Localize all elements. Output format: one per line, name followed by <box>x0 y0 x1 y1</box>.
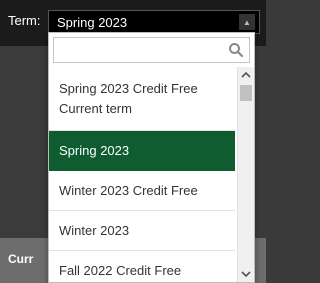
term-option-label: Spring 2023 <box>59 143 130 158</box>
scroll-down-icon[interactable] <box>238 266 254 282</box>
term-option-selected[interactable]: Spring 2023 <box>49 131 235 171</box>
term-option-sublabel: Current term <box>59 100 132 116</box>
search-input[interactable] <box>58 39 222 63</box>
dropdown-scrollbar[interactable] <box>237 67 254 282</box>
term-select[interactable]: Spring 2023 ▲ <box>48 10 260 34</box>
caret-up-icon[interactable]: ▲ <box>239 14 255 30</box>
term-option-label: Fall 2022 Credit Free <box>59 263 182 278</box>
term-option[interactable]: Spring 2023 Credit Free Current term <box>49 67 235 131</box>
term-select-value: Spring 2023 <box>57 15 128 30</box>
term-option-label: Winter 2023 Credit Free <box>59 183 198 198</box>
term-options-list: Spring 2023 Credit Free Current term Spr… <box>49 67 235 282</box>
term-label: Term: <box>8 13 41 28</box>
term-option[interactable]: Winter 2023 Credit Free <box>49 171 235 211</box>
search-icon[interactable] <box>227 41 245 59</box>
term-option[interactable]: Fall 2022 Credit Free <box>49 251 235 282</box>
scroll-up-icon[interactable] <box>238 67 254 83</box>
term-dropdown: Spring 2023 Credit Free Current term Spr… <box>48 32 255 283</box>
term-option-label: Winter 2023 <box>59 223 130 238</box>
term-option-label: Spring 2023 Credit Free <box>59 80 198 96</box>
dropdown-search <box>53 37 250 63</box>
term-option[interactable]: Winter 2023 <box>49 211 235 251</box>
scrollbar-thumb[interactable] <box>240 85 252 101</box>
bottom-section-label: Curr <box>8 252 34 266</box>
